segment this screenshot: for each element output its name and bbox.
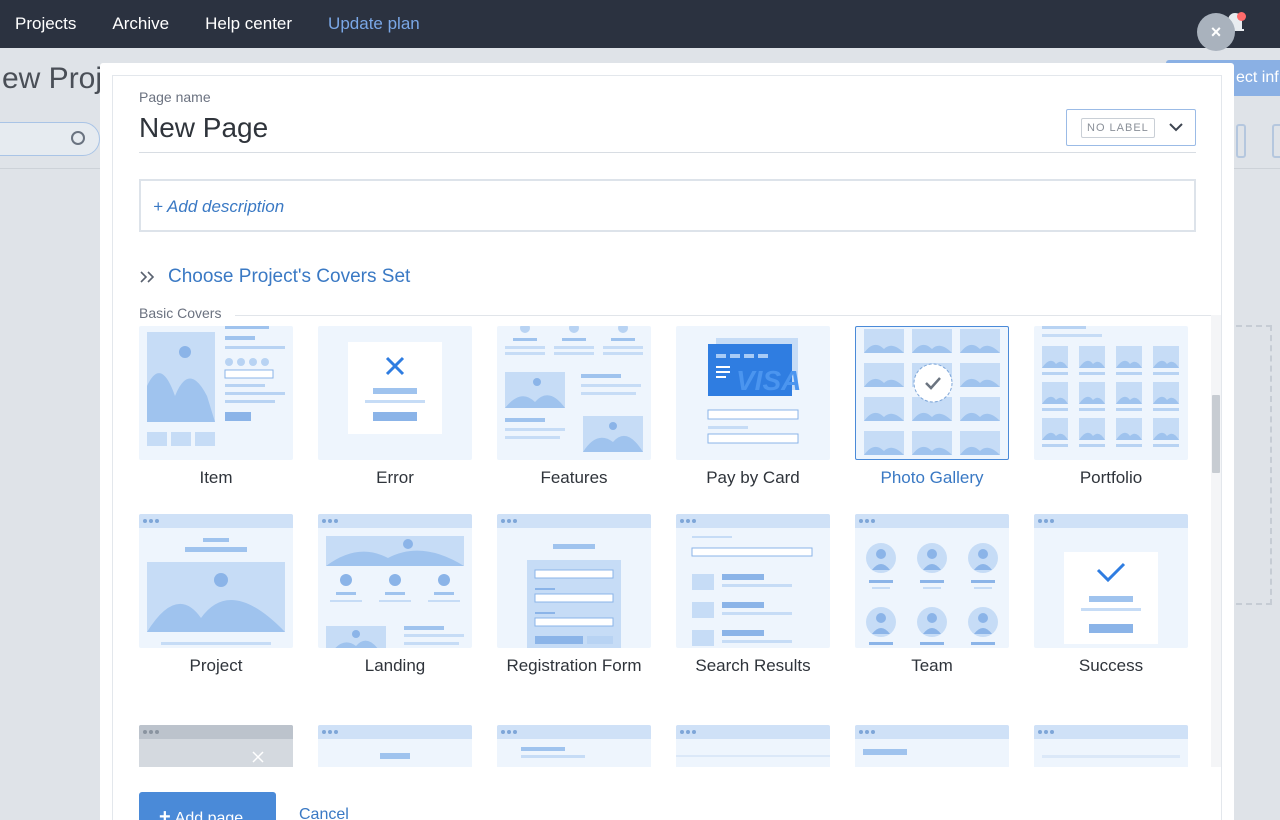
cover-label: Team	[911, 656, 953, 675]
cover-thumbnail	[855, 725, 1009, 767]
covers-scrollbar-thumb[interactable]	[1212, 395, 1220, 473]
cover-thumbnail	[139, 725, 293, 767]
covers-scrollbar-track[interactable]	[1211, 315, 1221, 767]
cover-label: Landing	[364, 656, 426, 675]
nav-help-center[interactable]: Help center	[205, 14, 292, 34]
cover-thumbnail	[855, 514, 1009, 648]
cover-features[interactable]: Features	[497, 326, 651, 488]
cover-thumbnail	[1034, 326, 1188, 460]
background-search	[0, 122, 100, 156]
choose-covers-toggle[interactable]: Choose Project's Covers Set	[139, 266, 410, 288]
label-dropdown[interactable]: NO LABEL	[1066, 109, 1196, 146]
cancel-button[interactable]: Cancel	[299, 806, 349, 820]
cover-item[interactable]: Item	[139, 326, 293, 488]
cover-thumbnail: VISA	[676, 326, 830, 460]
cover-thumbnail	[676, 725, 830, 767]
cover-label: Item	[199, 468, 233, 487]
cover-label: Features	[540, 468, 608, 487]
cover-thumbnail	[676, 514, 830, 648]
basic-covers-divider	[139, 315, 1211, 316]
cover-thumbnail	[1034, 514, 1188, 648]
notification-dot	[1237, 12, 1246, 21]
modal-close-button[interactable]: ×	[1197, 13, 1235, 51]
cover-thumbnail	[497, 514, 651, 648]
cover-thumbnail	[497, 326, 651, 460]
background-page-title: ew Proj	[2, 62, 103, 95]
background-control-2	[1272, 124, 1280, 158]
cover-error[interactable]: Error	[318, 326, 472, 488]
cover-registration-form[interactable]: Registration Form	[497, 514, 651, 676]
cover-thumbnail	[1034, 725, 1188, 767]
background-control	[1236, 124, 1246, 158]
cover-thumbnail	[497, 725, 651, 767]
cover-search-results[interactable]: Search Results	[676, 514, 830, 676]
plus-icon: +	[159, 806, 171, 820]
cover-row3-1[interactable]	[139, 725, 293, 767]
cover-row3-4[interactable]	[676, 725, 830, 767]
cover-label: Registration Form	[506, 656, 642, 675]
description-field[interactable]: + Add description	[139, 179, 1196, 232]
cover-label: Project	[189, 656, 243, 675]
choose-covers-heading: Choose Project's Covers Set	[168, 266, 411, 287]
cover-pay-by-card[interactable]: VISA Pay by Card	[676, 326, 830, 488]
cover-landing[interactable]: Landing	[318, 514, 472, 676]
cover-thumbnail	[855, 326, 1009, 460]
basic-covers-label: Basic Covers	[139, 305, 236, 321]
cover-portfolio[interactable]: Portfolio	[1034, 326, 1188, 488]
cover-project[interactable]: Project	[139, 514, 293, 676]
cover-row3-2[interactable]	[318, 725, 472, 767]
cover-team[interactable]: Team	[855, 514, 1009, 676]
cover-label: Photo Gallery	[880, 468, 984, 487]
cover-label: Portfolio	[1079, 468, 1143, 487]
cover-thumbnail	[318, 725, 472, 767]
label-tag: NO LABEL	[1081, 118, 1155, 138]
cover-label: Pay by Card	[706, 468, 800, 487]
nav-projects[interactable]: Projects	[15, 14, 76, 34]
chevron-down-icon	[1169, 123, 1183, 132]
cover-row3-5[interactable]	[855, 725, 1009, 767]
page-name-label: Page name	[139, 89, 211, 105]
cover-label: Error	[376, 468, 414, 487]
double-chevron-right-icon	[140, 271, 155, 283]
background-dropzone	[1236, 325, 1272, 605]
cover-thumbnail	[318, 514, 472, 648]
cover-success[interactable]: Success	[1034, 514, 1188, 676]
search-icon	[71, 131, 85, 145]
svg-text:VISA: VISA	[736, 365, 801, 396]
page-name-underline	[139, 152, 1196, 153]
cover-row3-6[interactable]	[1034, 725, 1188, 767]
cover-row3-3[interactable]	[497, 725, 651, 767]
nav-archive[interactable]: Archive	[112, 14, 169, 34]
cover-thumbnail	[318, 326, 472, 460]
cover-label: Search Results	[695, 656, 811, 675]
cover-label: Success	[1078, 656, 1144, 675]
nav-update-plan[interactable]: Update plan	[328, 14, 420, 34]
top-nav: Projects Archive Help center Update plan	[0, 0, 1280, 48]
add-page-label: Add page	[174, 810, 244, 820]
cover-thumbnail	[139, 514, 293, 648]
add-page-button[interactable]: + Add page	[139, 792, 276, 820]
cover-photo-gallery[interactable]: Photo Gallery	[855, 326, 1009, 488]
description-placeholder: + Add description	[153, 197, 285, 216]
page-name-input[interactable]: New Page	[139, 112, 268, 144]
covers-grid: Item Error Features VISA Pay by Card Pho…	[139, 326, 1211, 767]
cover-thumbnail	[139, 326, 293, 460]
